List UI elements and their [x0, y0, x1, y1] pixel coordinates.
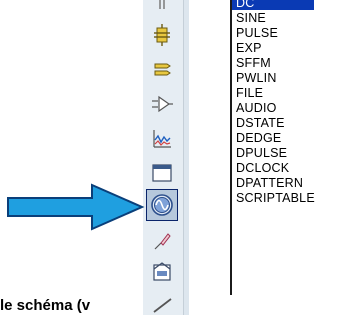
list-item-dpattern[interactable]: DPATTERN: [236, 176, 303, 190]
list-item-sffm[interactable]: SFFM: [236, 56, 271, 70]
toolbar-button-voltage-probe[interactable]: [146, 225, 178, 257]
graph-icon: [153, 130, 171, 148]
tape-icon: [152, 164, 172, 182]
toolbar-button-terminal[interactable]: [146, 19, 178, 51]
list-item-dpulse[interactable]: DPULSE: [236, 146, 287, 160]
list-item-pulse[interactable]: PULSE: [236, 26, 278, 40]
toolbar-button-instrument[interactable]: [146, 256, 178, 288]
list-item-exp[interactable]: EXP: [236, 41, 262, 55]
toolbar-button-graph[interactable]: [146, 123, 178, 155]
line-icon: [153, 298, 172, 313]
virtual-instrument-icon: [153, 262, 171, 281]
list-item-pwlin[interactable]: PWLIN: [236, 71, 277, 85]
mode-toolbar: [143, 0, 189, 315]
toolbar-strip: [143, 0, 184, 315]
probe-icon: [152, 95, 173, 113]
caption-text: le schéma (v: [0, 297, 91, 314]
partial-icon: [159, 0, 165, 9]
toolbar-button-line[interactable]: [146, 288, 178, 320]
toolbar-button-generator[interactable]: [146, 189, 178, 221]
list-item-dclock[interactable]: DCLOCK: [236, 161, 289, 175]
list-item-dc[interactable]: DC: [232, 0, 314, 10]
toolbar-button-bus[interactable]: [146, 54, 178, 86]
generator-type-list[interactable]: DC SINE PULSE EXP SFFM PWLIN FILE AUDIO …: [230, 0, 359, 295]
toolbar-button-tape[interactable]: [146, 157, 178, 189]
list-item-file[interactable]: FILE: [236, 86, 263, 100]
toolbar-button-probe[interactable]: [146, 88, 178, 120]
terminal-icon: [154, 24, 170, 46]
voltage-probe-icon: [154, 233, 171, 250]
list-item-dedge[interactable]: DEDGE: [236, 131, 281, 145]
list-item-scriptable[interactable]: SCRIPTABLE: [236, 191, 315, 205]
callout-arrow-icon: [7, 183, 145, 231]
generator-icon: [151, 194, 173, 216]
list-item-audio[interactable]: AUDIO: [236, 101, 277, 115]
list-item-sine[interactable]: SINE: [236, 11, 266, 25]
list-item-dstate[interactable]: DSTATE: [236, 116, 285, 130]
bus-icon: [154, 63, 171, 76]
